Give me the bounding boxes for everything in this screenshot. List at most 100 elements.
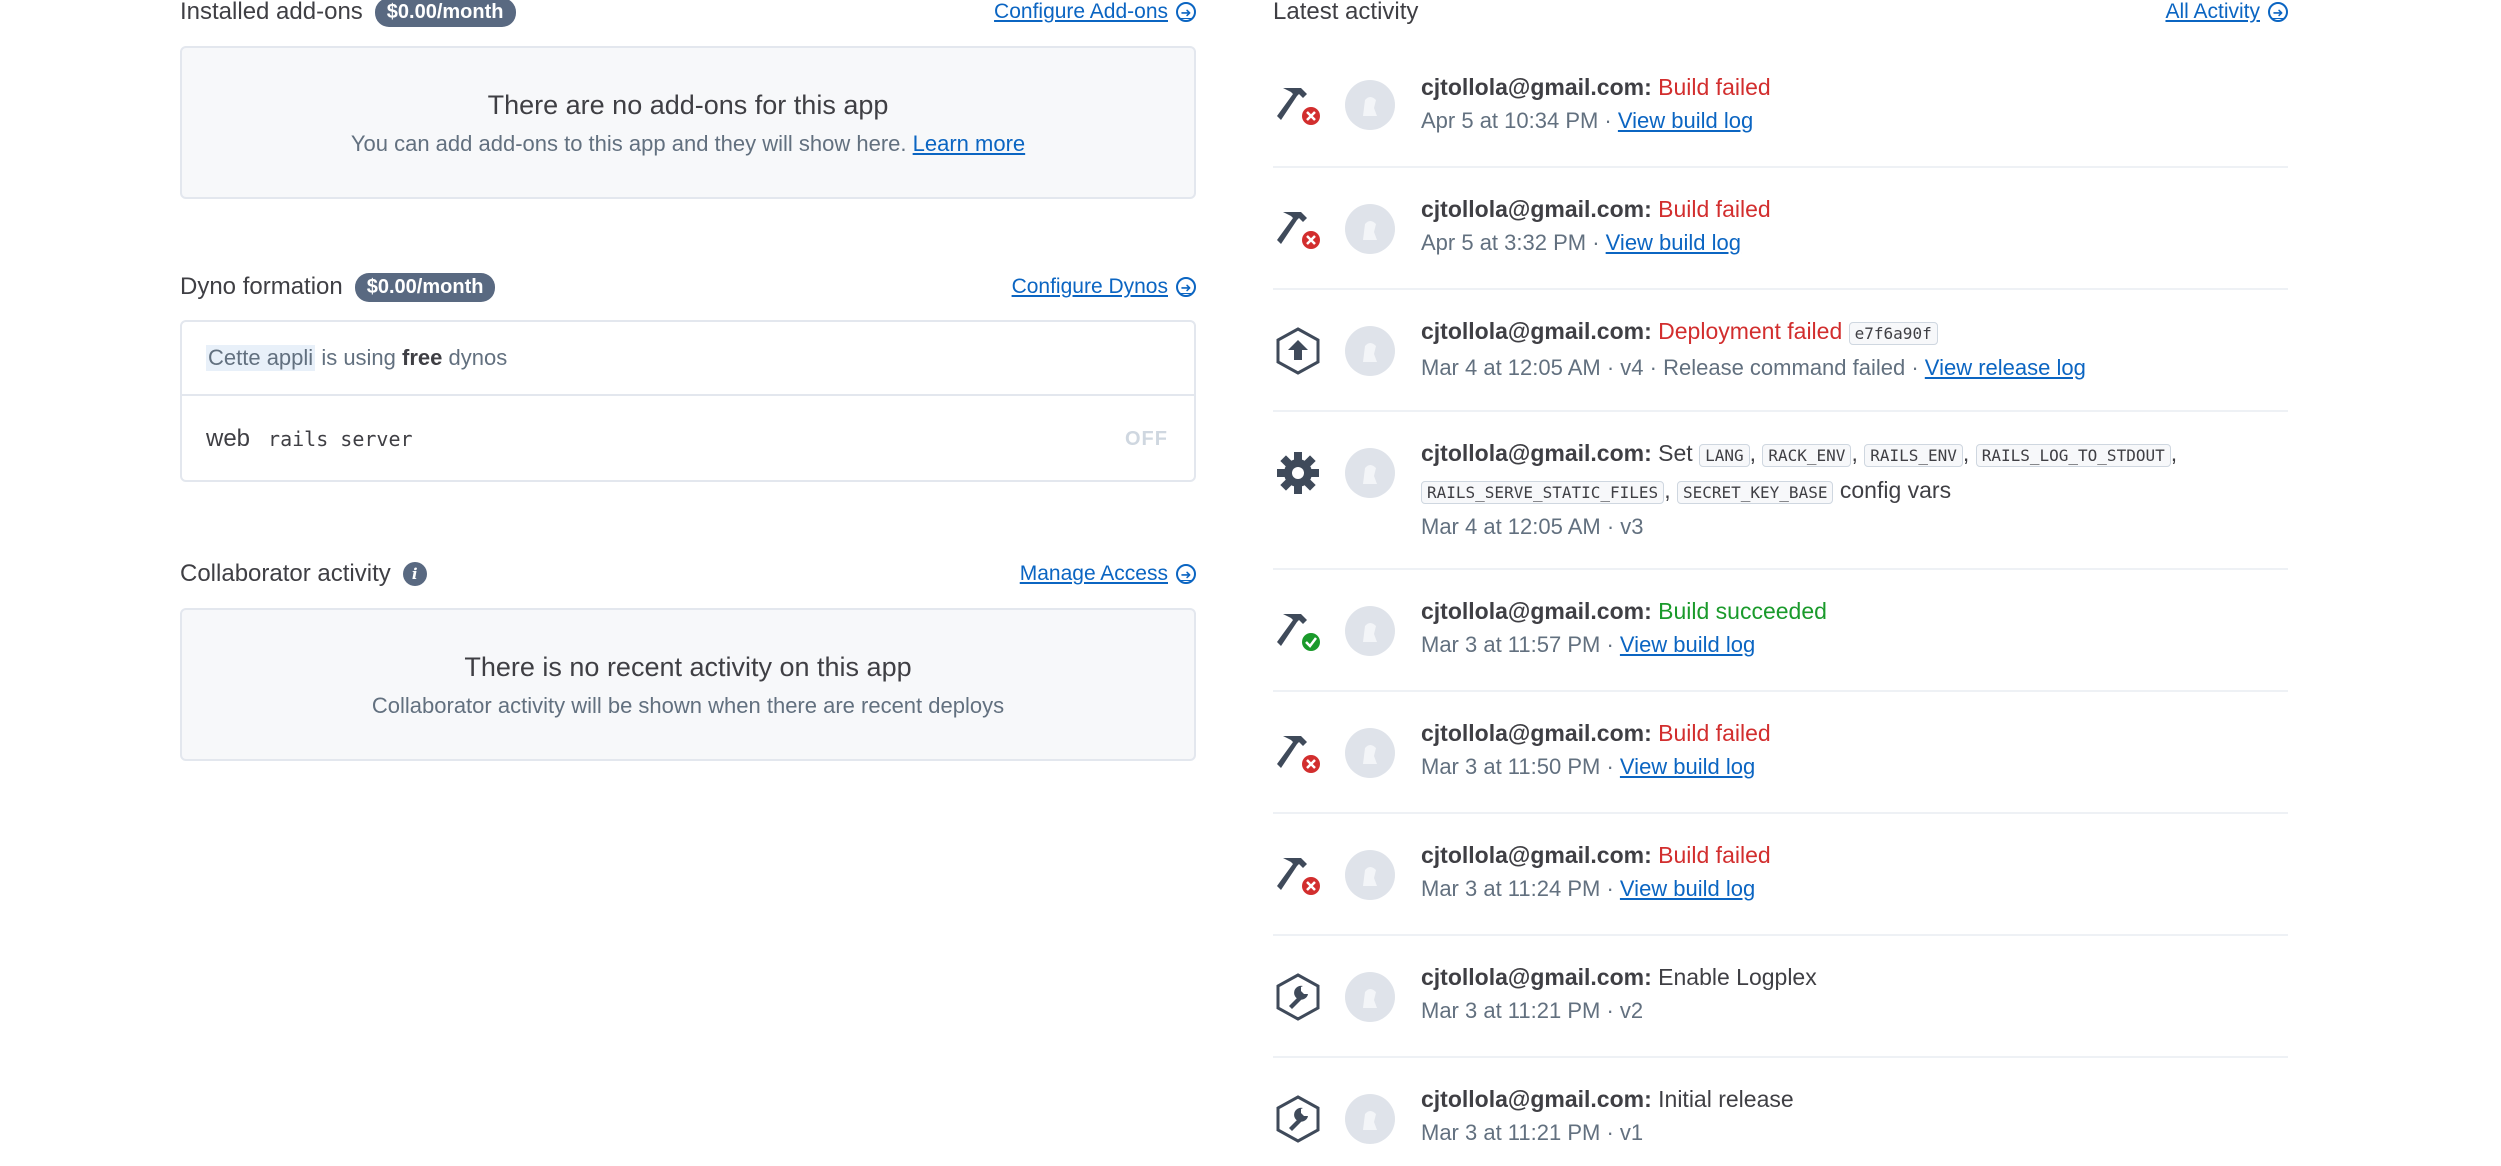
info-icon[interactable]: i [402, 562, 427, 586]
using-text: is using [321, 345, 396, 370]
config-var: RAILS_ENV [1864, 444, 1963, 467]
activity-user: cjtollola@gmail.com: [1421, 196, 1652, 222]
wrench-icon [1273, 972, 1323, 1022]
addons-empty-text: You can add add-ons to this app and they… [350, 131, 907, 156]
activity-time: Mar 3 at 11:57 PM · [1421, 632, 1614, 657]
dyno-state-toggle[interactable]: OFF [1125, 428, 1168, 451]
avatar [1345, 850, 1395, 900]
config-var: RAILS_SERVE_STATIC_FILES [1421, 481, 1665, 504]
view-build-log-link[interactable]: View build log [1620, 632, 1755, 657]
dynos-cost-badge: $0.00/month [354, 272, 496, 302]
activity-item: cjtollola@gmail.com: Enable Logplex Mar … [1273, 934, 2288, 1058]
config-var: LANG [1699, 444, 1750, 467]
set-text: Set [1658, 440, 1693, 466]
arrow-right-icon[interactable]: ➜ [1176, 277, 1196, 297]
config-var: RACK_ENV [1762, 444, 1852, 467]
avatar [1345, 728, 1395, 778]
activity-user: cjtollola@gmail.com: [1421, 720, 1652, 746]
view-build-log-link[interactable]: View build log [1620, 754, 1755, 779]
configure-addons-link[interactable]: Configure Add-ons ➜ [994, 0, 1196, 24]
build-failed-icon [1273, 204, 1323, 254]
activity-time: Mar 3 at 11:24 PM · [1421, 876, 1614, 901]
learn-more-link[interactable]: Learn more [913, 131, 1026, 156]
activity-status: Deployment failed [1658, 318, 1843, 344]
build-failed-icon [1273, 850, 1323, 900]
activity-status: Build failed [1658, 74, 1771, 100]
activity-user: cjtollola@gmail.com: [1421, 964, 1652, 990]
activity-user: cjtollola@gmail.com: [1421, 1086, 1652, 1112]
collab-header: Collaborator activity i Manage Access ➜ [180, 552, 1196, 596]
config-var: SECRET_KEY_BASE [1676, 481, 1834, 504]
activity-item: cjtollola@gmail.com: Build failed Apr 5 … [1273, 166, 2288, 290]
collab-empty-box: There is no recent activity on this app … [180, 608, 1196, 761]
addons-empty-title: There are no add-ons for this app [487, 90, 889, 120]
all-activity-link[interactable]: All Activity ➜ [2165, 0, 2288, 24]
activity-text: Enable Logplex [1658, 964, 1817, 990]
arrow-right-icon[interactable]: ➜ [1176, 2, 1196, 22]
build-failed-icon [1273, 80, 1323, 130]
config-var: RAILS_LOG_TO_STDOUT [1975, 444, 2171, 467]
activity-time: Mar 3 at 11:21 PM · v1 [1421, 1120, 1644, 1145]
dyno-web-row[interactable]: web rails server OFF [182, 396, 1194, 482]
activity-user: cjtollola@gmail.com: [1421, 842, 1652, 868]
app-name-text: Cette appli [206, 345, 316, 371]
free-text: free [402, 345, 443, 370]
addons-cost-badge: $0.00/month [374, 0, 516, 27]
manage-access-link[interactable]: Manage Access ➜ [1020, 562, 1196, 586]
configure-dynos-link[interactable]: Configure Dynos ➜ [1012, 275, 1196, 299]
activity-item: cjtollola@gmail.com: Build failed Mar 3 … [1273, 812, 2288, 936]
activity-time: Mar 3 at 11:21 PM · v2 [1421, 998, 1644, 1023]
collab-title: Collaborator activity [180, 560, 391, 587]
activity-time: Mar 3 at 11:50 PM · [1421, 754, 1614, 779]
view-release-log-link[interactable]: View release log [1925, 355, 2086, 380]
deploy-icon [1273, 326, 1323, 376]
activity-item: cjtollola@gmail.com: Build failed Apr 5 … [1273, 44, 2288, 168]
activity-time: Apr 5 at 10:34 PM · [1421, 108, 1612, 133]
addons-empty-box: There are no add-ons for this app You ca… [180, 46, 1196, 199]
configure-addons-label[interactable]: Configure Add-ons [994, 0, 1168, 24]
collab-empty-title: There is no recent activity on this app [464, 652, 912, 682]
activity-item: cjtollola@gmail.com: Build succeeded Mar… [1273, 568, 2288, 692]
activity-item: cjtollola@gmail.com: Deployment failed e… [1273, 288, 2288, 412]
dyno-summary: Cette appli is using free dynos [182, 322, 1194, 396]
activity-item: cjtollola@gmail.com: Build failed Mar 3 … [1273, 690, 2288, 814]
activity-item: cjtollola@gmail.com: Set LANG, RACK_ENV,… [1273, 410, 2288, 570]
arrow-right-icon[interactable]: ➜ [1176, 564, 1196, 584]
activity-text: Initial release [1658, 1086, 1794, 1112]
dyno-type-label: web [206, 425, 251, 452]
avatar [1345, 1094, 1395, 1144]
activity-status: Build failed [1658, 842, 1771, 868]
avatar [1345, 972, 1395, 1022]
dyno-formation-box: Cette appli is using free dynos web rail… [180, 320, 1196, 482]
addons-empty-subtitle: You can add add-ons to this app and they… [182, 131, 1194, 157]
avatar [1345, 326, 1395, 376]
activity-time: Mar 4 at 12:05 AM · v3 [1421, 514, 1644, 539]
gear-icon [1273, 448, 1323, 498]
arrow-right-icon[interactable]: ➜ [2268, 2, 2288, 22]
view-build-log-link[interactable]: View build log [1606, 230, 1741, 255]
activity-time: Apr 5 at 3:32 PM · [1421, 230, 1600, 255]
dynos-title: Dyno formation [180, 273, 343, 300]
activity-user: cjtollola@gmail.com: [1421, 598, 1652, 624]
build-succeeded-icon [1273, 606, 1323, 656]
config-vars-suffix: config vars [1839, 477, 1952, 503]
activity-user: cjtollola@gmail.com: [1421, 440, 1652, 466]
addons-header: Installed add-ons $0.00/month Configure … [180, 0, 1196, 34]
avatar [1345, 80, 1395, 130]
wrench-icon [1273, 1094, 1323, 1144]
addons-title: Installed add-ons [180, 0, 363, 25]
activity-status: Build failed [1658, 720, 1771, 746]
collab-empty-subtitle: Collaborator activity will be shown when… [371, 693, 1005, 718]
view-build-log-link[interactable]: View build log [1620, 876, 1755, 901]
dyno-command: rails server [268, 427, 413, 451]
configure-dynos-label[interactable]: Configure Dynos [1012, 275, 1168, 299]
view-build-log-link[interactable]: View build log [1618, 108, 1753, 133]
dynos-text: dynos [448, 345, 508, 370]
activity-time: Mar 4 at 12:05 AM · v4 · Release command… [1421, 355, 1919, 380]
all-activity-label[interactable]: All Activity [2165, 0, 2260, 24]
activity-status: Build failed [1658, 196, 1771, 222]
avatar [1345, 606, 1395, 656]
activity-user: cjtollola@gmail.com: [1421, 74, 1652, 100]
manage-access-label[interactable]: Manage Access [1020, 562, 1168, 586]
avatar [1345, 448, 1395, 498]
